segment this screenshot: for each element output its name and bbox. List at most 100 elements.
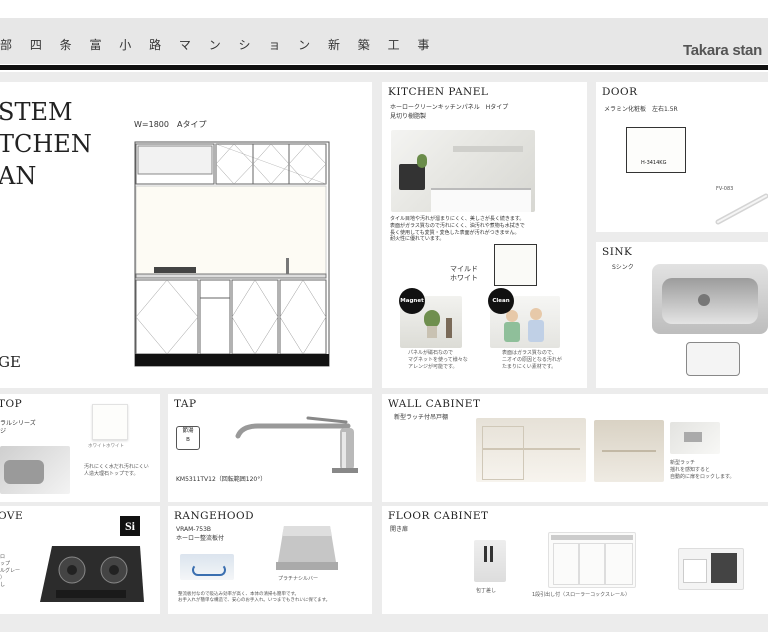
panel-color-name: マイルド ホワイト bbox=[450, 265, 478, 284]
system-kitchen-panel: STEM TCHEN AN W=1800 Aタイプ GE bbox=[0, 82, 372, 388]
tap-title: TAP bbox=[174, 398, 197, 410]
system-title-line-1: STEM bbox=[0, 98, 73, 126]
latch-caption-line: 揺れを感知すると bbox=[670, 467, 711, 473]
kitchen-panel-desc-line: タイル目地や汚れが溜まりにくく、美しさが長く続きます。 bbox=[390, 216, 525, 222]
wall-cabinet-title: WALL CABINET bbox=[388, 398, 481, 410]
door-swatch: H-3414KG bbox=[626, 127, 686, 173]
floor-cabinet-photo bbox=[548, 532, 636, 588]
brand-logo: Takara stan bbox=[683, 42, 762, 59]
clean-caption: 表面はガラス質なので、 ニオイの原因となる汚れが たまりにくい素材です。 bbox=[502, 350, 562, 371]
rangehood-model: VRAM-753B bbox=[176, 526, 212, 533]
kitchen-panel-subtitle-2: 見切り樹脂製 bbox=[390, 113, 427, 120]
door-subtitle: メラミン化粧板 左右1.5R bbox=[604, 106, 678, 113]
top-description: 汚れにくく水だれ汚れにくい 人造大理石トップです。 bbox=[84, 464, 149, 478]
sink-title: SINK bbox=[602, 246, 633, 258]
stove-spec: ロ ップ ルグレー ） し bbox=[0, 554, 20, 589]
knife-holder-caption: 包丁差し bbox=[476, 588, 497, 594]
tap-badge-line: B bbox=[186, 437, 190, 443]
system-title-line-3: AN bbox=[0, 162, 37, 190]
stove-title: OVE bbox=[0, 510, 24, 522]
water-saving-badge: 節湯 B bbox=[176, 426, 200, 450]
gas-stove-image bbox=[40, 546, 144, 602]
magnet-badge: Magnet bbox=[399, 288, 425, 314]
floor-cabinet-title: FLOOR CABINET bbox=[388, 510, 489, 522]
wall-cabinet-photo-1 bbox=[476, 418, 586, 482]
door-handle-image bbox=[715, 193, 768, 225]
tap-badge-line: 節湯 bbox=[182, 428, 194, 434]
top-section: TOP ラルシリーズ ジ ホワイトホワイト 汚れにくく水だれ汚れにくい 人造大理… bbox=[0, 394, 160, 502]
system-footer-label: GE bbox=[0, 353, 21, 371]
rangehood-filter-photo bbox=[180, 554, 234, 580]
tap-model: KM5311TV12（回転範囲120°） bbox=[176, 476, 267, 483]
magnet-caption-line: マグネットを使って様々な bbox=[408, 357, 468, 363]
floor-cabinet-subtitle: 開き扉 bbox=[390, 526, 409, 533]
sink-photo bbox=[652, 264, 768, 334]
sink-section: SINK Sシンク bbox=[596, 242, 768, 388]
faucet-image bbox=[235, 416, 358, 473]
door-title: DOOR bbox=[602, 86, 638, 98]
kitchen-panel-section: KITCHEN PANEL ホーロークリーンキッチンパネル Hタイプ 見切り樹脂… bbox=[382, 82, 587, 388]
rangehood-subtitle: ホーロー整流板付 bbox=[176, 535, 225, 542]
kitchen-elevation-drawing bbox=[134, 141, 330, 367]
latch-photo bbox=[670, 422, 720, 454]
magnet-caption-line: アレンジが可能です。 bbox=[408, 364, 458, 370]
kitchen-interior-photo bbox=[391, 130, 535, 212]
stove-spec-line: ロ bbox=[0, 554, 6, 560]
magnet-caption: パネルが磁石なので マグネットを使って様々な アレンジが可能です。 bbox=[408, 350, 468, 371]
rangehood-description: 整流板付なので吸込み効率が高く、本体の清掃も簡単です。 お手入れが簡単な構造で、… bbox=[178, 592, 330, 605]
top-spec: ラルシリーズ ジ bbox=[0, 420, 36, 436]
knife-holder-photo bbox=[474, 540, 506, 582]
project-title: 部 四 条 富 小 路 マ ン シ ョ ン 新 築 工 事 bbox=[0, 38, 437, 52]
spec-board: STEM TCHEN AN W=1800 Aタイプ GE KITCHEN PAN… bbox=[0, 72, 768, 632]
door-section: DOOR メラミン化粧板 左右1.5R H-3414KG FV-083 bbox=[596, 82, 768, 232]
system-title: STEM TCHEN AN bbox=[0, 96, 92, 192]
stove-section: OVE Si ロ ップ ルグレー ） し bbox=[0, 506, 160, 614]
panel-color-name-line: マイルド bbox=[450, 265, 478, 273]
stove-spec-line: し bbox=[0, 582, 6, 588]
drawer-detail-photo bbox=[678, 548, 744, 590]
kitchen-panel-desc-line: 耐火性に優れています。 bbox=[390, 236, 445, 243]
rangehood-image bbox=[276, 526, 338, 570]
si-mark: Si bbox=[120, 516, 140, 536]
sink-subtitle: Sシンク bbox=[612, 264, 634, 271]
magnet-caption-line: パネルが磁石なので bbox=[408, 350, 454, 356]
latch-caption-line: 自動的に扉をロックします。 bbox=[670, 474, 735, 480]
wall-cabinet-section: WALL CABINET 新型ラッチ付吊戸棚 新型ラッチ 揺れを感知すると 自動… bbox=[382, 394, 768, 502]
latch-caption: 新型ラッチ 揺れを感知すると 自動的に扉をロックします。 bbox=[670, 460, 735, 481]
rangehood-color: プラチナシルバー bbox=[278, 576, 319, 582]
sink-dimension-diagram bbox=[686, 342, 740, 376]
rangehood-section: RANGEHOOD VRAM-753B ホーロー整流板付 プラチナシルバー 整流… bbox=[168, 506, 372, 614]
wall-cabinet-subtitle: 新型ラッチ付吊戸棚 bbox=[394, 414, 449, 421]
door-swatch-code: H-3414KG bbox=[641, 160, 667, 166]
top-spec-line: ジ bbox=[0, 428, 7, 436]
floor-cabinet-caption: 1段引出し付（スローラーコックスレール） bbox=[532, 592, 631, 598]
stove-spec-line: ルグレー bbox=[0, 568, 21, 574]
stove-spec-line: ップ bbox=[0, 561, 11, 567]
clean-caption-line: 表面はガラス質なので、 bbox=[502, 350, 557, 356]
stove-spec-line: ） bbox=[0, 575, 6, 581]
top-sink-photo bbox=[0, 446, 70, 494]
header-rule bbox=[0, 65, 768, 70]
top-desc-line: 汚れにくく水だれ汚れにくい bbox=[84, 464, 149, 470]
top-spec-line: ラルシリーズ bbox=[0, 420, 36, 427]
rangehood-desc-line: お手入れが簡単な構造で、安心のお手入れ。いつまでもきれいに保てます。 bbox=[178, 598, 331, 604]
top-desc-line: 人造大理石トップです。 bbox=[84, 471, 139, 477]
kitchen-panel-subtitle: ホーロークリーンキッチンパネル Hタイプ bbox=[390, 104, 509, 111]
top-swatch bbox=[92, 404, 128, 440]
top-swatch-text: ホワイトホワイト bbox=[88, 444, 124, 449]
system-title-line-2: TCHEN bbox=[0, 130, 92, 158]
kitchen-panel-desc-line: 表面がガラス質なので汚れにくく、油汚れや煮物も水拭きで bbox=[390, 222, 525, 229]
kitchen-panel-title: KITCHEN PANEL bbox=[388, 86, 489, 98]
top-title: TOP bbox=[0, 398, 23, 410]
latch-caption-line: 新型ラッチ bbox=[670, 460, 696, 466]
wall-cabinet-photo-2 bbox=[594, 420, 664, 482]
clean-caption-line: たまりにくい素材です。 bbox=[502, 364, 557, 370]
rangehood-title: RANGEHOOD bbox=[174, 510, 255, 522]
clean-badge: Clean bbox=[488, 288, 514, 314]
tap-section: TAP 節湯 B KM5311TV12（回転範囲120°） bbox=[168, 394, 372, 502]
panel-color-name-line: ホワイト bbox=[450, 274, 478, 283]
floor-cabinet-section: FLOOR CABINET 開き扉 包丁差し 1段引出し付（スローラーコックスレ… bbox=[382, 506, 768, 614]
kitchen-type-label: W=1800 Aタイプ bbox=[134, 120, 207, 129]
kitchen-panel-description: タイル目地や汚れが溜まりにくく、美しさが長く続きます。 表面がガラス質なので汚れ… bbox=[390, 216, 525, 243]
clean-caption-line: ニオイの原因となる汚れが bbox=[502, 357, 562, 363]
